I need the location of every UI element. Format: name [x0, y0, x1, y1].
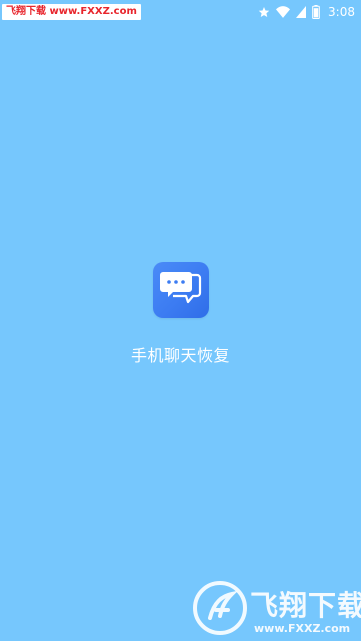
watermark-badge: 飞翔下载 www.FXXZ.com — [2, 4, 141, 20]
watermark-brand: 飞翔下载 — [250, 589, 361, 622]
status-icons: 3:08 — [258, 3, 355, 21]
signal-icon — [296, 6, 307, 18]
app-name: 手机聊天恢复 — [130, 346, 230, 365]
app-logo — [152, 262, 209, 318]
chat-bubbles-icon — [159, 269, 203, 311]
corner-watermark: 飞翔下载 www.FXXZ.com — [192, 578, 361, 641]
wifi-icon — [276, 6, 291, 18]
clock: 3:08 — [328, 5, 355, 19]
status-bar: 飞翔下载 www.FXXZ.com 3:08 — [0, 0, 361, 24]
battery-icon — [312, 5, 320, 19]
watermark-logo-icon — [192, 580, 248, 636]
watermark-url: www.FXXZ.com — [254, 622, 351, 635]
splash-content: 手机聊天恢复 — [0, 262, 361, 366]
star-icon — [258, 6, 270, 18]
